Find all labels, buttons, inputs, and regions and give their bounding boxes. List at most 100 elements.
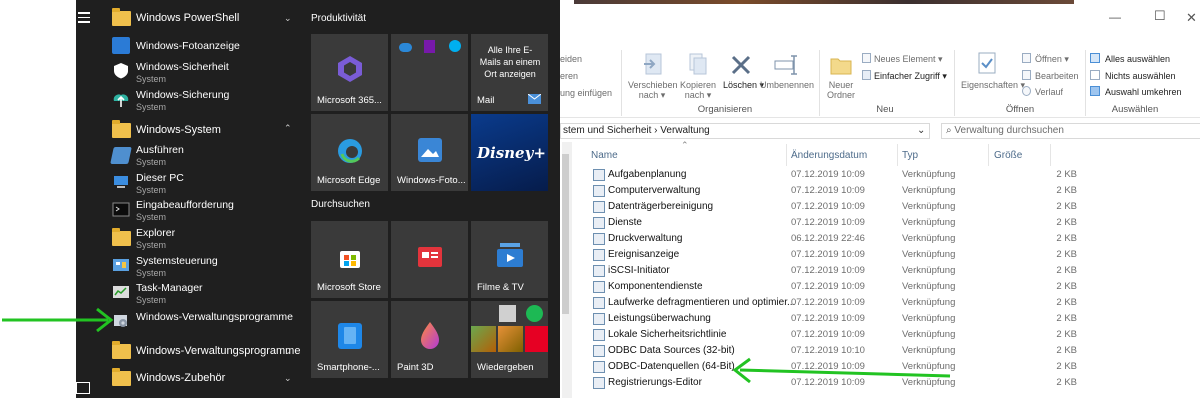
tile-microsoft-365[interactable]: Microsoft 365... (311, 34, 388, 111)
file-row[interactable]: Komponentendienste 07.12.2019 10:09 Verknü… (591, 280, 1077, 296)
close-icon[interactable]: ✕ (1186, 10, 1197, 26)
tile-wiedergeben[interactable]: Wiedergeben (471, 301, 548, 378)
tile-label: Paint 3D (397, 362, 434, 373)
file-size: 2 KB (1056, 361, 1077, 372)
history-button[interactable]: Verlauf (1035, 87, 1063, 97)
file-date: 07.12.2019 10:09 (791, 361, 865, 372)
file-row[interactable]: iSCSI-Initiator 07.12.2019 10:09 Verknüpfu… (591, 264, 1077, 280)
file-size: 2 KB (1056, 329, 1077, 340)
app-explorer[interactable]: Explorer System (100, 226, 310, 252)
app-systemsteuerung[interactable]: Systemsteuerung System (100, 254, 310, 280)
address-dropdown-icon[interactable]: ⌄ (917, 124, 925, 138)
file-row[interactable]: Registrierungs-Editor 07.12.2019 10:09 Ver… (591, 376, 1077, 392)
shortcut-icon (593, 249, 605, 261)
file-row[interactable]: Computerverwaltung 07.12.2019 10:09 Verknü… (591, 184, 1077, 200)
search-icon: ⌕ (946, 125, 952, 136)
file-row[interactable]: Leistungsüberwachung 07.12.2019 10:09 Verk… (591, 312, 1077, 328)
properties-button[interactable]: Eigenschaften ▾ (961, 80, 1025, 90)
maximize-icon[interactable]: ☐ (1154, 8, 1166, 24)
tile-label: Mail (477, 95, 495, 106)
column-header-date[interactable]: Änderungsdatum (791, 150, 867, 161)
file-row[interactable]: ODBC Data Sources (32-bit) 07.12.2019 10:… (591, 344, 1077, 360)
new-item-button[interactable]: Neues Element ▾ (874, 54, 943, 64)
ribbon-partial-label[interactable]: ung einfügen (560, 88, 612, 98)
app-task-manager[interactable]: Task-Manager System (100, 281, 310, 307)
app-dieser-pc[interactable]: Dieser PC System (100, 171, 310, 197)
rename-icon (774, 55, 797, 75)
ribbon-partial-label[interactable]: eren (560, 71, 578, 81)
file-row[interactable]: Datenträgerbereinigung 07.12.2019 10:09 Ve… (591, 200, 1077, 216)
copy-to-button[interactable]: Kopieren nach ▾ (676, 80, 720, 100)
group-windows-zubehoer[interactable]: Windows-Zubehör ⌄ (100, 368, 310, 388)
new-folder-button[interactable]: Neuer Ordner (825, 80, 857, 100)
tile-microsoft-store[interactable]: Microsoft Store (311, 221, 388, 298)
tile-mail[interactable]: Alle Ihre E-Mails an einem Ort anzeigen … (471, 34, 548, 111)
file-name: Lokale Sicherheitsrichtlinie (608, 329, 727, 340)
edit-button[interactable]: Bearbeiten (1035, 71, 1079, 81)
ribbon-partial-label[interactable]: eiden (560, 54, 582, 64)
open-button[interactable]: Öffnen ▾ (1035, 54, 1069, 64)
app-eingabeaufforderung[interactable]: Eingabeaufforderung System (100, 198, 310, 224)
tile-windows-fotos[interactable]: Windows-Foto... (391, 114, 468, 191)
app-windows-sicherung[interactable]: Windows-Sicherung System (100, 88, 310, 114)
app-windows-sicherheit[interactable]: Windows-Sicherheit System (100, 60, 310, 86)
file-row[interactable]: Ereignisanzeige 07.12.2019 10:09 Verknüpfu… (591, 248, 1077, 264)
tile-label: Wiedergeben (477, 362, 534, 373)
file-type: Verknüpfung (902, 329, 956, 340)
task-manager-icon (113, 286, 129, 298)
onenote-icon (424, 40, 435, 53)
column-header-name[interactable]: Name (591, 150, 618, 161)
file-size: 2 KB (1056, 281, 1077, 292)
tile-paint-3d[interactable]: Paint 3D (391, 301, 468, 378)
app-ausfuehren[interactable]: Ausführen System (100, 143, 310, 169)
tile-smartphone[interactable]: Smartphone-... (311, 301, 388, 378)
file-row[interactable]: ODBC-Datenquellen (64-Bit) 07.12.2019 10:… (591, 360, 1077, 376)
scrollbar-thumb[interactable] (562, 154, 569, 314)
group-windows-verwaltungsprogramme[interactable]: Windows-Verwaltungsprogramme ⌄ (100, 341, 310, 361)
select-all-button[interactable]: Alles auswählen (1105, 54, 1170, 64)
file-row[interactable]: Dienste 07.12.2019 10:09 Verknüpfung 2 KB (591, 216, 1077, 232)
delete-button[interactable]: Löschen ▾ (723, 80, 764, 90)
column-divider[interactable] (786, 144, 787, 166)
column-divider[interactable] (897, 144, 898, 166)
address-bar[interactable]: stem und Sicherheit › Verwaltung ⌄ (560, 123, 930, 139)
pinterest-icon (525, 326, 548, 352)
search-input[interactable]: ⌕ Verwaltung durchsuchen (941, 123, 1200, 139)
group-windows-powershell[interactable]: Windows PowerShell ⌄ (100, 8, 310, 28)
invert-selection-button[interactable]: Auswahl umkehren (1105, 87, 1182, 97)
hamburger-menu-icon[interactable] (78, 12, 90, 23)
pictures-icon[interactable] (76, 382, 90, 394)
column-divider[interactable] (1050, 144, 1051, 166)
column-header-type[interactable]: Typ (902, 150, 918, 161)
tile-microsoft-edge[interactable]: Microsoft Edge (311, 114, 388, 191)
edge-icon (338, 139, 362, 163)
group-label: Windows-Verwaltungsprogramme (136, 345, 301, 357)
file-type: Verknüpfung (902, 217, 956, 228)
file-size: 2 KB (1056, 185, 1077, 196)
select-none-button[interactable]: Nichts auswählen (1105, 71, 1176, 81)
file-row[interactable]: Aufgabenplanung 07.12.2019 10:09 Verknüpfu… (591, 168, 1077, 184)
shortcut-icon (593, 361, 605, 373)
tile-label: Microsoft 365... (317, 95, 382, 106)
file-date: 07.12.2019 10:09 (791, 313, 865, 324)
rename-button[interactable]: Umbenennen (760, 80, 814, 90)
tile-disney-plus[interactable]: Disney+ (471, 114, 548, 191)
file-row[interactable]: Laufwerke defragmentieren und optimier..… (591, 296, 1077, 312)
easy-access-button[interactable]: Einfacher Zugriff ▾ (874, 71, 947, 81)
tile-news[interactable] (391, 221, 468, 298)
app-windows-verwaltungsprogramme[interactable]: Windows-Verwaltungsprogramme (100, 310, 310, 332)
file-row[interactable]: Druckverwaltung 06.12.2019 22:46 Verknüpfu… (591, 232, 1077, 248)
group-windows-system[interactable]: Windows-System ⌃ (100, 120, 310, 140)
column-divider[interactable] (988, 144, 989, 166)
move-to-button[interactable]: Verschieben nach ▾ (628, 80, 678, 100)
tile-office-apps[interactable] (391, 34, 468, 111)
ribbon-group-organize: Organisieren (697, 104, 753, 115)
tile-filme-tv[interactable]: Filme & TV (471, 221, 548, 298)
app-windows-fotoanzeige[interactable]: Windows-Fotoanzeige (100, 36, 310, 56)
game-icon (498, 326, 523, 352)
file-row[interactable]: Lokale Sicherheitsrichtlinie 07.12.2019 1… (591, 328, 1077, 344)
ribbon-group-select: Auswählen (1111, 104, 1159, 115)
file-size: 2 KB (1056, 217, 1077, 228)
minimize-icon[interactable]: — (1109, 10, 1121, 24)
column-header-size[interactable]: Größe (994, 150, 1022, 161)
